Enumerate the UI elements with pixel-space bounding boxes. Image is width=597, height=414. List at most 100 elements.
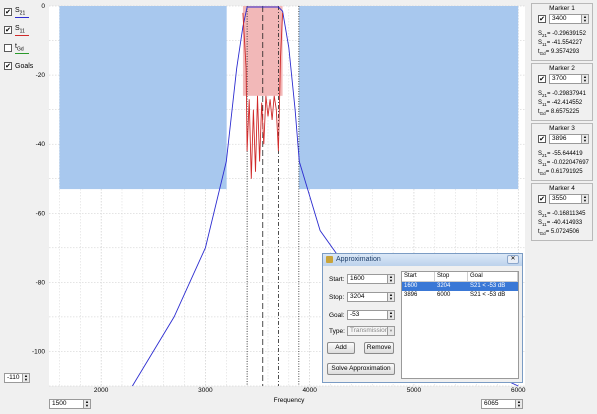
xmax-value: 6065: [484, 400, 499, 407]
marker-spinner-arrows[interactable]: ▲ ▼: [581, 75, 588, 83]
marker-3-frequency-input[interactable]: 3896 ▲ ▼: [549, 134, 589, 144]
y-tick-label: 0: [41, 3, 45, 10]
marker-value: 3400: [552, 15, 567, 22]
approximation-dialog: Approximation ✕ Start: 1600 ▲ ▼ Stop: 3204…: [322, 253, 523, 383]
marker-tgd-line: tGd= 5.0724506: [538, 229, 580, 237]
x-tick-label: 6000: [511, 387, 526, 394]
stop-label: Stop:: [329, 294, 345, 301]
xmin-value: 1500: [52, 400, 67, 407]
start-value: 1600: [350, 275, 365, 282]
cell-start: 1600: [404, 283, 418, 289]
column-header-start[interactable]: Start: [402, 272, 435, 282]
type-select[interactable]: Transmission ▼: [347, 326, 395, 336]
goals-table: Start Stop Goal 1600 3204 S21 < -53 dB 3…: [401, 271, 519, 379]
xmax-spinner-arrows[interactable]: ▲ ▼: [515, 400, 522, 408]
y-tick-label: -80: [36, 279, 46, 286]
marker-4-checkbox[interactable]: [538, 195, 546, 203]
column-header-goal[interactable]: Goal: [468, 272, 518, 282]
stop-spinner-arrows[interactable]: ▲ ▼: [387, 293, 394, 301]
table-row[interactable]: 3896 6000 S21 < -53 dB: [402, 291, 518, 300]
y-tick-label: -100: [32, 348, 45, 355]
start-spinner-arrows[interactable]: ▲ ▼: [387, 275, 394, 283]
chevron-down-icon[interactable]: ▼: [387, 327, 394, 335]
marker-tgd-value: = 9.3574293: [545, 49, 580, 55]
column-header-stop[interactable]: Stop: [435, 272, 468, 282]
cell-goal: S21 < -53 dB: [470, 283, 506, 289]
goal-spinner-arrows[interactable]: ▲ ▼: [387, 311, 394, 319]
stop-input[interactable]: 3204 ▲ ▼: [347, 292, 395, 302]
marker-title: Marker 1: [549, 5, 575, 12]
x-tick-label: 5000: [407, 387, 422, 394]
marker-s11-value: = -0.022047697: [546, 160, 589, 166]
xmin-spinner-arrows[interactable]: ▲ ▼: [83, 400, 90, 408]
marker-2-frequency-input[interactable]: 3700 ▲ ▼: [549, 74, 589, 84]
goal-label: Goal:: [329, 312, 345, 319]
x-tick-labels: 2000 3000 4000 5000 6000: [94, 387, 526, 394]
x-tick-label: 4000: [302, 387, 317, 394]
xmax-input[interactable]: 6065 ▲ ▼: [481, 399, 523, 409]
start-input[interactable]: 1600 ▲ ▼: [347, 274, 395, 284]
marker-value: 3896: [552, 135, 567, 142]
marker-tgd-value: = 5.0724506: [545, 229, 580, 235]
marker-s11-value: = -41.554227: [546, 40, 583, 46]
marker-tgd-value: = 8.6575225: [545, 109, 580, 115]
marker-spinner-arrows[interactable]: ▲ ▼: [581, 15, 588, 23]
marker-s21-line: S21= -0.29639152: [538, 31, 586, 39]
marker-s21-value: = -0.29837941: [547, 91, 586, 97]
marker-title: Marker 2: [549, 65, 575, 72]
goal-input[interactable]: -53 ▲ ▼: [347, 310, 395, 320]
marker-spinner-arrows[interactable]: ▲ ▼: [581, 195, 588, 203]
remove-button[interactable]: Remove: [364, 342, 394, 354]
ymin-spinner-arrows[interactable]: ▲ ▼: [22, 374, 29, 382]
marker-s21-value: = -0.29639152: [547, 31, 586, 37]
type-value: Transmission: [350, 327, 389, 334]
marker-3-checkbox[interactable]: [538, 135, 546, 143]
cell-goal: S21 < -53 dB: [470, 292, 506, 298]
marker-tgd-line: tGd= 8.6575225: [538, 109, 580, 117]
y-tick-label: -20: [36, 72, 46, 79]
start-label: Start:: [329, 276, 345, 283]
dialog-titlebar[interactable]: Approximation ✕: [323, 254, 522, 266]
ymin-value: -110: [7, 374, 20, 381]
marker-1-checkbox[interactable]: [538, 15, 546, 23]
marker-spinner-arrows[interactable]: ▲ ▼: [581, 135, 588, 143]
xmin-input[interactable]: 1500 ▲ ▼: [49, 399, 91, 409]
marker-panel-1: Marker 1 3400 ▲▼ S21= -0.29639152 S11= -4…: [531, 3, 593, 61]
marker-tgd-line: tGd= 9.3574293: [538, 49, 580, 57]
close-icon[interactable]: ✕: [507, 255, 519, 264]
marker-value: 3700: [552, 75, 567, 82]
marker-4-frequency-input[interactable]: 3550 ▲ ▼: [549, 194, 589, 204]
marker-panel-2: Marker 2 3700 ▲▼ S21= -0.29837941 S11= -4…: [531, 63, 593, 121]
type-label: Type:: [329, 328, 345, 335]
marker-s21-value: = -55.644419: [547, 151, 583, 157]
cell-stop: 6000: [437, 292, 451, 298]
goal-region: [59, 6, 227, 190]
ymin-input[interactable]: -110 ▲ ▼: [4, 373, 30, 383]
marker-title: Marker 4: [549, 185, 575, 192]
marker-s11-line: S11= -41.554227: [538, 40, 583, 48]
y-tick-labels: 0 -20 -40 -60 -80 -100: [32, 3, 45, 355]
y-tick-label: -60: [36, 210, 46, 217]
marker-tgd-value: = 0.61791925: [545, 169, 583, 175]
marker-value: 3550: [552, 195, 567, 202]
marker-s11-line: S11= -42.414552: [538, 100, 583, 108]
marker-s21-line: S21= -0.29837941: [538, 91, 586, 99]
x-tick-label: 2000: [94, 387, 109, 394]
marker-title: Marker 3: [549, 125, 575, 132]
x-tick-label: 3000: [198, 387, 213, 394]
marker-1-frequency-input[interactable]: 3400 ▲ ▼: [549, 14, 589, 24]
add-button[interactable]: Add: [327, 342, 355, 354]
goal-value: -53: [350, 311, 360, 318]
marker-panel-4: Marker 4 3550 ▲▼ S21= -0.16811345 S11= -4…: [531, 183, 593, 241]
x-axis-label: Frequency: [274, 397, 305, 404]
marker-s21-value: = -0.16811345: [547, 211, 586, 217]
marker-s11-value: = -40.414933: [546, 220, 583, 226]
table-row[interactable]: 1600 3204 S21 < -53 dB: [402, 282, 518, 291]
marker-panel-3: Marker 3 3896 ▲▼ S21= -55.644419 S11= -0.…: [531, 123, 593, 181]
y-tick-label: -40: [36, 141, 46, 148]
solve-approximation-button[interactable]: Solve Approximation: [327, 363, 395, 375]
marker-s11-line: S11= -40.414933: [538, 220, 583, 228]
marker-2-checkbox[interactable]: [538, 75, 546, 83]
goal-region: [298, 6, 519, 190]
marker-tgd-line: tGd= 0.61791925: [538, 169, 583, 177]
